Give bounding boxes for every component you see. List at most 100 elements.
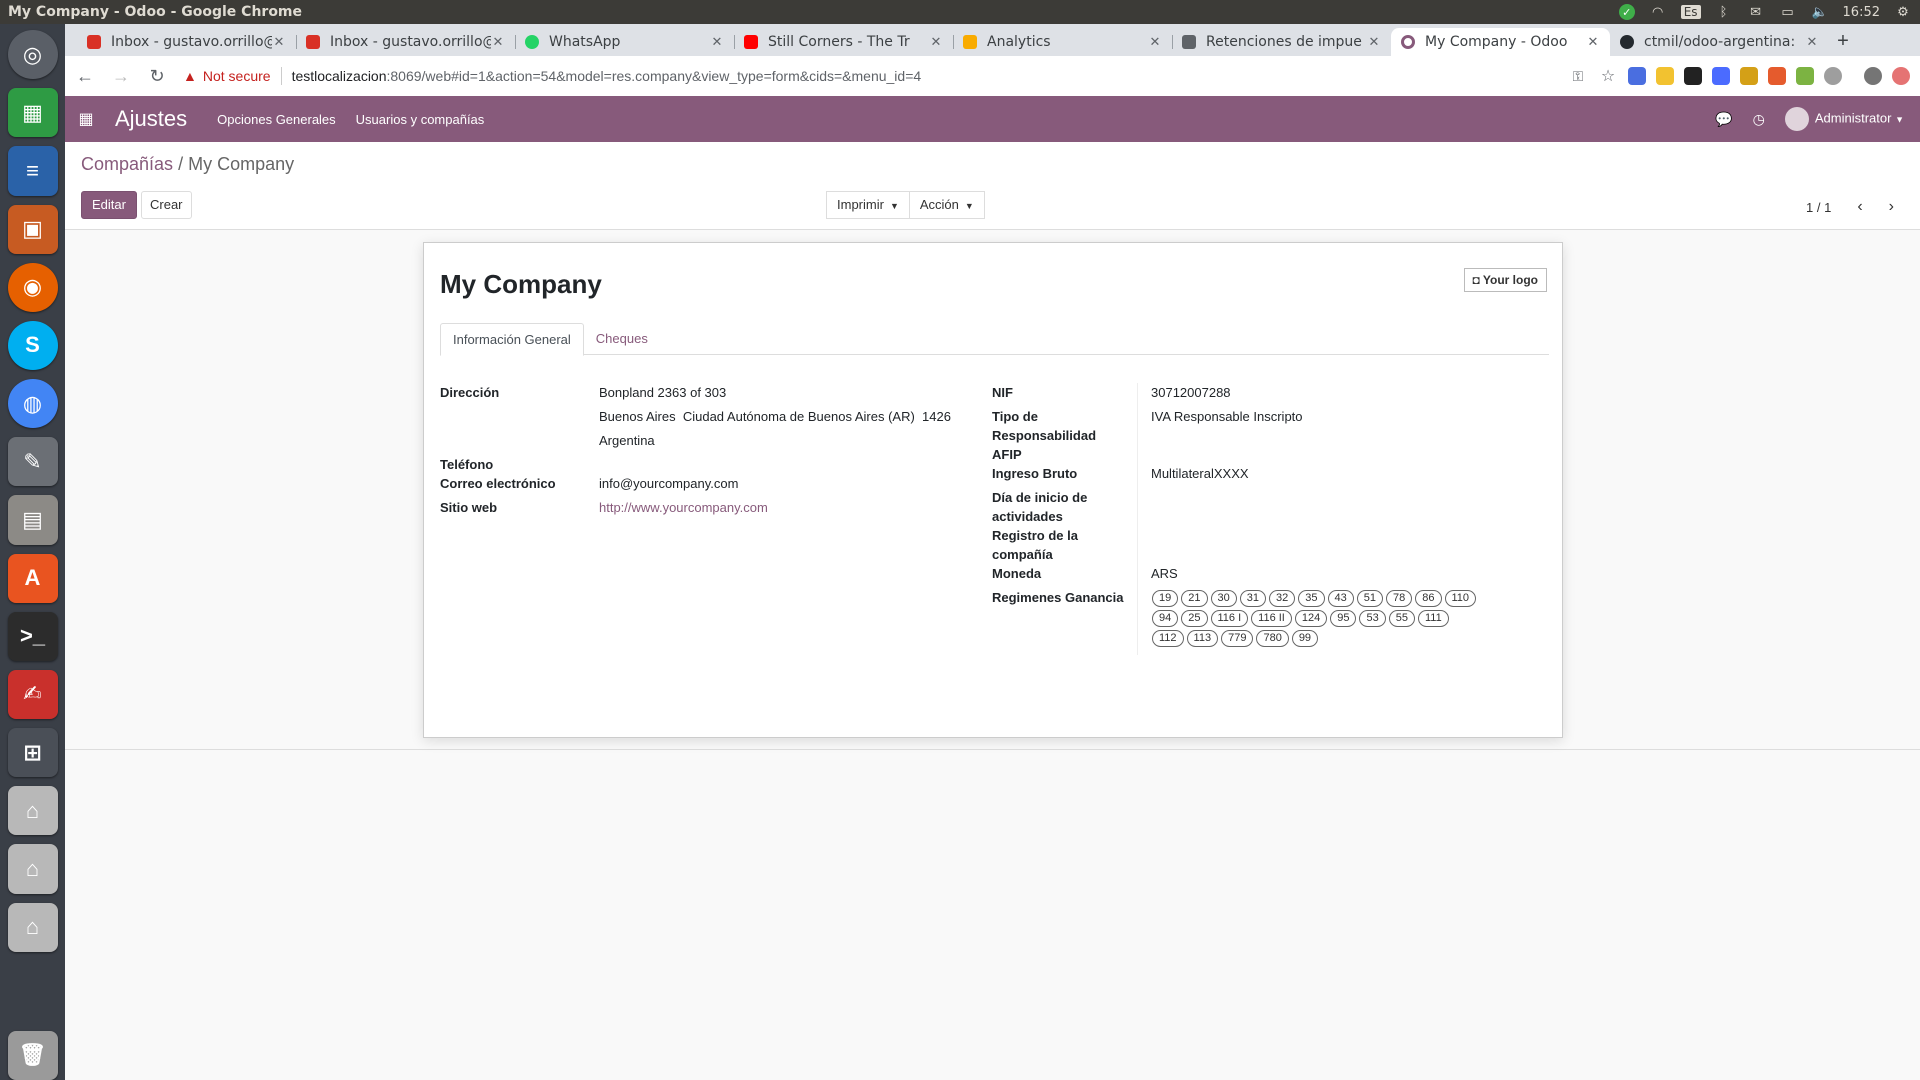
pager-value[interactable]: 1 / 1: [1806, 200, 1831, 215]
security-indicator[interactable]: ▲ Not secure: [183, 68, 271, 84]
logo-button[interactable]: ◘ Your logo: [1463, 268, 1547, 292]
email-value: info@yourcompany.com: [599, 476, 739, 491]
drive-icon[interactable]: ⌂: [7, 786, 58, 836]
caret-down-icon: ▼: [889, 201, 899, 211]
navbar-right: 💬 ◷ Administrator ▼: [1715, 107, 1920, 131]
back-arrow-icon[interactable]: ←: [75, 66, 95, 87]
regime-tag: 95: [1330, 610, 1357, 627]
dark-mode-extension-icon[interactable]: [1824, 67, 1842, 85]
close-tab-icon[interactable]: ✕: [1148, 35, 1162, 50]
extension-icon[interactable]: [1740, 67, 1758, 85]
close-tab-icon[interactable]: ✕: [710, 35, 724, 50]
files-icon[interactable]: ▤: [7, 495, 58, 545]
regime-tag: 53: [1359, 610, 1386, 627]
regime-tag: 30: [1210, 590, 1237, 607]
browser-tab[interactable]: Inbox - gustavo.orrillo@ ✕: [296, 28, 515, 56]
website-link[interactable]: http://www.yourcompany.com: [599, 498, 768, 517]
url-text[interactable]: testlocalizacion:8069/web#id=1&action=54…: [292, 68, 922, 84]
breadcrumb-link-companias[interactable]: Compañías: [81, 154, 173, 174]
gross-income-label: Ingreso Bruto: [992, 466, 1078, 481]
firefox-icon[interactable]: ◉: [7, 262, 58, 312]
battery-icon[interactable]: ▭: [1779, 5, 1797, 20]
address-bar[interactable]: ▲ Not secure testlocalizacion:8069/web#id…: [183, 61, 1552, 91]
browser-tab[interactable]: WhatsApp ✕: [515, 28, 734, 56]
close-tab-icon[interactable]: ✕: [491, 35, 505, 50]
mail-icon[interactable]: ✉: [1747, 5, 1765, 20]
regime-tag: 43: [1327, 590, 1354, 607]
extension-icon[interactable]: [1768, 67, 1786, 85]
dash-icon[interactable]: ◎: [7, 30, 58, 80]
extension-icon[interactable]: [1628, 67, 1646, 85]
wifi-icon[interactable]: ◠: [1649, 5, 1667, 20]
browser-tab[interactable]: Analytics ✕: [953, 28, 1172, 56]
key-icon[interactable]: ⚿: [1568, 68, 1588, 85]
close-tab-icon[interactable]: ✕: [1367, 35, 1381, 50]
close-tab-icon[interactable]: ✕: [1805, 35, 1819, 50]
system-tools-icon[interactable]: ✎: [7, 437, 58, 487]
forward-arrow-icon[interactable]: →: [111, 66, 131, 87]
menu-opciones-generales[interactable]: Opciones Generales: [217, 112, 336, 127]
bluetooth-icon[interactable]: ᛒ: [1715, 5, 1733, 20]
new-tab-button[interactable]: +: [1829, 28, 1857, 56]
apps-menu-icon[interactable]: ▦: [75, 109, 97, 129]
regime-tag: 779: [1221, 630, 1254, 647]
action-dropdown[interactable]: Acción ▼: [909, 191, 985, 219]
pager-next-icon[interactable]: ›: [1889, 198, 1894, 216]
browser-tab-active[interactable]: My Company - Odoo ✕: [1391, 28, 1610, 56]
edit-button[interactable]: Editar: [81, 191, 137, 219]
terminal-icon[interactable]: >_: [7, 611, 58, 661]
trash-icon[interactable]: 🗑: [7, 1030, 58, 1080]
menu-usuarios-companias[interactable]: Usuarios y compañías: [356, 112, 485, 127]
regime-tag: 35: [1298, 590, 1325, 607]
drive-icon[interactable]: ⌂: [7, 844, 58, 894]
currency-value: ARS: [1151, 566, 1178, 581]
skype-icon[interactable]: S: [7, 320, 58, 371]
spreadsheet-icon[interactable]: ▦: [7, 88, 58, 138]
user-menu[interactable]: Administrator ▼: [1784, 107, 1904, 131]
bookmark-star-icon[interactable]: ☆: [1598, 66, 1618, 86]
workspace-switcher-icon[interactable]: ⊞: [7, 728, 58, 778]
browser-tab[interactable]: ctmil/odoo-argentina: ✕: [1610, 28, 1829, 56]
country-value: Argentina: [599, 433, 655, 448]
browser-tab[interactable]: Retenciones de impue ✕: [1172, 28, 1391, 56]
nif-label: NIF: [992, 385, 1013, 400]
chrome-menu-icon[interactable]: [1892, 67, 1910, 85]
app-name[interactable]: Ajustes: [115, 106, 187, 132]
drive-icon[interactable]: ⌂: [7, 902, 58, 952]
profile-icon[interactable]: [1864, 67, 1882, 85]
video-extension-icon[interactable]: [1712, 67, 1730, 85]
activity-clock-icon[interactable]: ◷: [1753, 111, 1765, 128]
keyboard-layout[interactable]: Es: [1680, 5, 1701, 19]
reload-icon[interactable]: ↻: [147, 66, 167, 87]
python-extension-icon[interactable]: [1656, 67, 1674, 85]
close-tab-icon[interactable]: ✕: [1586, 35, 1600, 50]
regimes-tags: 19 21 30 31 32 35 43 51 78 86 110 94 25 116 I 116 II 12…: [1152, 590, 1482, 647]
software-center-icon[interactable]: A: [7, 553, 58, 603]
create-button[interactable]: Crear: [141, 191, 192, 219]
update-check-icon[interactable]: ✓: [1618, 4, 1635, 20]
help-extension-icon[interactable]: [1796, 67, 1814, 85]
pager-previous-icon[interactable]: ‹: [1857, 198, 1862, 216]
company-name: My Company: [440, 269, 602, 299]
settings-gear-icon[interactable]: ⚙: [1894, 5, 1912, 20]
tab-cheques[interactable]: Cheques: [584, 323, 660, 355]
clock[interactable]: 16:52: [1843, 5, 1880, 20]
close-tab-icon[interactable]: ✕: [929, 35, 943, 50]
impress-icon[interactable]: ▣: [7, 204, 58, 254]
browser-tab[interactable]: Inbox - gustavo.orrillo@ ✕: [77, 28, 296, 56]
print-dropdown[interactable]: Imprimir ▼: [826, 191, 910, 219]
responsibility-label: Tipo de Responsabilidad AFIP: [992, 409, 1097, 462]
chrome-icon[interactable]: ◍: [7, 379, 58, 429]
writer-icon[interactable]: ≡: [7, 146, 58, 196]
regime-tag: 99: [1291, 630, 1319, 647]
close-tab-icon[interactable]: ✕: [272, 35, 286, 50]
ubuntu-launcher: ◎ ▦ ≡ ▣ ◉ S ◍ ✎ ▤ A >_ ✍ ⊞ ⌂ ⌂ ⌂ 🗑: [0, 24, 65, 1080]
pdf-viewer-icon[interactable]: ✍: [7, 669, 58, 720]
pager: 1 / 1 ‹ ›: [1806, 198, 1894, 216]
regime-tag: 116 II: [1251, 610, 1292, 627]
chat-icon[interactable]: 💬: [1715, 111, 1732, 128]
extension-icon[interactable]: [1684, 67, 1702, 85]
tab-informacion-general[interactable]: Información General: [440, 323, 584, 356]
browser-tab[interactable]: Still Corners - The Tr ✕: [734, 28, 953, 56]
volume-icon[interactable]: 🔈: [1811, 5, 1829, 20]
